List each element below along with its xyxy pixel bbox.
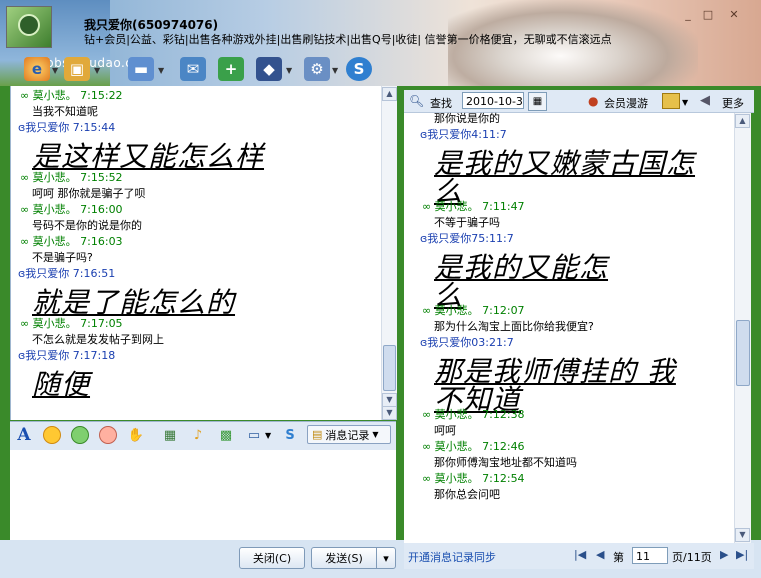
maximize-button[interactable]: □ [700,8,716,22]
page-prefix: 第 [613,551,624,564]
message-header: ∞ 莫小悲。 7:16:03 [20,235,123,248]
message-text: 那你说是你的 [434,112,500,125]
chevron-down-icon: ▼ [372,430,379,439]
message-header: ∞ 莫小悲。 7:12:46 [422,440,525,453]
close-button[interactable]: 关闭(C) [239,547,305,569]
message-header: ∞ 莫小悲。 7:12:38 [422,408,525,421]
message-text: 随便 [32,368,91,401]
message-input[interactable] [10,450,396,540]
chat-scroll-thumb[interactable] [383,345,396,391]
chevron-down-icon[interactable]: ▼ [332,66,338,75]
chevron-down-icon[interactable]: ▼ [286,66,292,75]
add-contact-icon[interactable]: + [218,57,244,81]
message-header: ɞ我只爱你03:21:7 [420,336,514,349]
message-header: ɞ我只爱你 7:17:18 [18,349,116,362]
more-link[interactable]: 更多 [722,95,744,111]
page-input[interactable]: 11 [632,547,668,564]
first-page-icon[interactable]: |◀ [574,548,586,561]
message-text: 不怎么就是发发帖子到网上 [32,333,164,346]
message-header: ∞ 莫小悲。 7:12:54 [422,472,525,485]
message-text: 呵呵 [434,424,456,437]
chevron-down-icon[interactable]: ▼ [158,66,164,75]
qq-icon[interactable]: S [346,57,372,81]
gift-icon[interactable]: ▩ [216,425,236,445]
next-page-icon[interactable]: ▶ [720,548,728,561]
message-header: ɞ我只爱你 7:15:44 [18,121,116,134]
history-scroll-thumb[interactable] [736,320,750,386]
message-text: 不是骗子吗? [32,251,93,264]
minimize-button[interactable]: _ [680,8,696,22]
mail-icon[interactable]: ✉ [180,57,206,81]
message-header: ∞ 莫小悲。 7:15:22 [20,89,123,102]
sync-history-link[interactable]: 开通消息记录同步 [408,549,496,565]
history-menu-icon[interactable] [662,93,680,109]
message-text: 那你师傅淘宝地址都不知道吗 [434,456,577,469]
folder-icon[interactable]: ▬ [128,57,154,81]
message-header: ∞ 莫小悲。 7:17:05 [20,317,123,330]
find-label[interactable]: 查找 [430,95,452,111]
message-header: ∞ 莫小悲。 7:15:52 [20,171,123,184]
message-record-label: 消息记录 [325,428,370,442]
scroll-down-icon[interactable]: ▼ [735,528,750,542]
thumbs-icon[interactable]: ✋ [126,425,146,445]
browser-icon[interactable]: e [24,57,50,81]
date-field[interactable]: 2010-10-3 [462,92,524,109]
message-text: 那你总会问吧 [434,488,500,501]
contact-signature: 钻+会员|公益、彩钻|出售各种游戏外挂|出售刷钻技术|出售Q号|收徒| 信誉第一… [84,33,612,46]
message-text: 那为什么淘宝上面比你给我便宜? [434,320,594,333]
qq-small-icon[interactable]: S [280,425,300,445]
close-window-button[interactable]: ✕ [726,8,742,22]
image-icon[interactable]: ▦ [160,425,180,445]
scroll-down-icon[interactable]: ▼ [382,406,397,420]
camera-icon[interactable]: ▣ [64,57,90,81]
calendar-icon[interactable]: ▦ [528,92,547,111]
font-icon[interactable]: A [14,425,34,445]
message-text: 是我的又嫩蒙古国怎 [434,147,696,180]
message-text: 呵呵 那你就是骗子了呗 [32,187,146,200]
screenshot-icon[interactable]: ▭ [244,425,264,445]
police-icon[interactable]: ◆ [256,57,282,81]
scroll-down-icon[interactable]: ▼ [382,393,397,407]
message-record-icon: ▤ [312,428,323,441]
message-record-button[interactable]: ▤ 消息记录 ▼ [307,425,391,444]
scroll-up-icon[interactable]: ▲ [382,87,397,101]
message-text: 当我不知道呢 [32,105,98,118]
send-button[interactable]: 发送(S) [311,547,377,569]
settings-icon[interactable]: ⚙ [304,57,330,81]
message-header: ɞ我只爱你4:11:7 [420,128,507,141]
send-options-button[interactable]: ▾ [376,547,396,569]
shake-icon[interactable] [98,425,118,445]
speaker-icon[interactable]: ◀ [700,93,710,108]
message-header: ∞ 莫小悲。 7:16:00 [20,203,123,216]
message-text: 不等于骗子吗 [434,216,500,229]
message-header: ∞ 莫小悲。 7:11:47 [422,200,525,213]
chevron-down-icon[interactable]: ▼ [682,98,688,107]
prev-page-icon[interactable]: ◀ [596,548,604,561]
message-text: 号码不是你的说是你的 [32,219,142,232]
message-header: ɞ我只爱你 7:16:51 [18,267,116,280]
member-roaming-link[interactable]: 会员漫游 [604,95,648,111]
emoji-icon[interactable] [42,425,62,445]
chevron-down-icon[interactable]: ▼ [265,431,271,440]
chevron-down-icon[interactable]: ▼ [52,66,58,75]
message-header: ∞ 莫小悲。 7:12:07 [422,304,525,317]
last-page-icon[interactable]: ▶| [736,548,748,561]
page-suffix: 页/11页 [672,551,712,564]
chevron-down-icon[interactable]: ▼ [94,66,100,75]
message-header: ɞ我只爱你75:11:7 [420,232,514,245]
scroll-up-icon[interactable]: ▲ [735,114,750,128]
magic-emoji-icon[interactable] [70,425,90,445]
penguin-icon: ● [588,94,599,108]
music-icon[interactable]: ♪ [188,425,208,445]
search-icon[interactable]: 🔍︎ [409,94,424,108]
avatar-figure-icon [18,14,40,36]
